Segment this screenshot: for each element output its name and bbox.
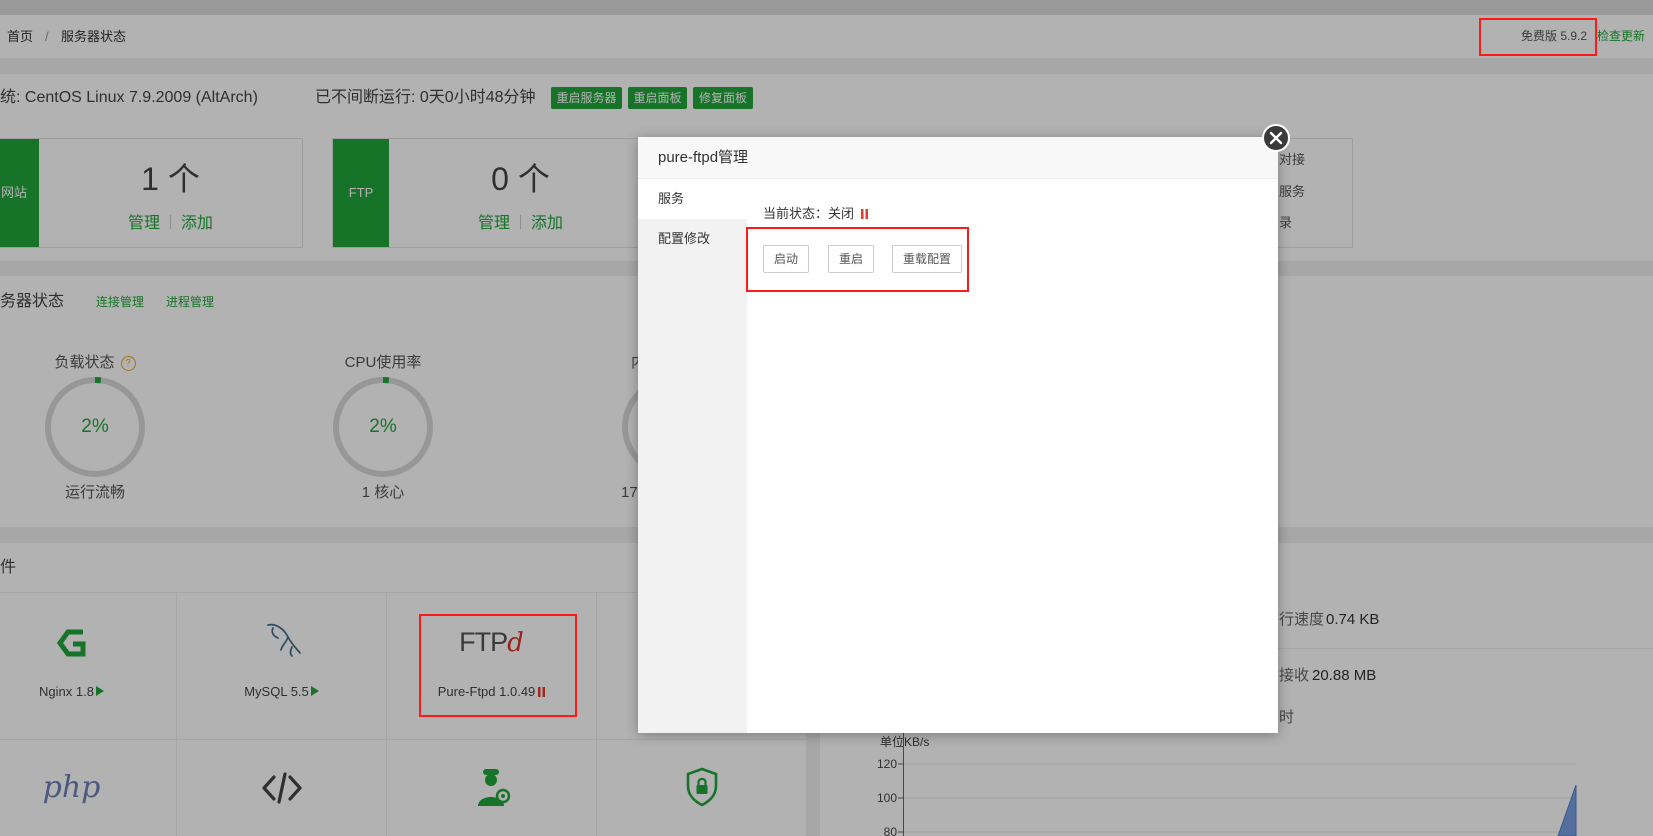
annotation-box-pure-ftpd bbox=[419, 614, 577, 717]
annotation-box-service-buttons bbox=[746, 227, 969, 292]
pause-icon bbox=[861, 209, 869, 219]
dialog-header: pure-ftpd管理 bbox=[638, 137, 1278, 179]
dialog-nav: 服务 配置修改 bbox=[638, 179, 747, 733]
close-icon[interactable] bbox=[1262, 124, 1290, 152]
status-label: 当前状态： bbox=[763, 206, 829, 221]
nav-item-service[interactable]: 服务 bbox=[638, 179, 747, 219]
nav-item-config[interactable]: 配置修改 bbox=[638, 219, 747, 259]
dialog-title: pure-ftpd管理 bbox=[658, 149, 749, 166]
status-value: 关闭 bbox=[828, 206, 855, 221]
service-status: 当前状态：关闭 bbox=[763, 204, 869, 224]
annotation-box-version bbox=[1479, 18, 1597, 56]
